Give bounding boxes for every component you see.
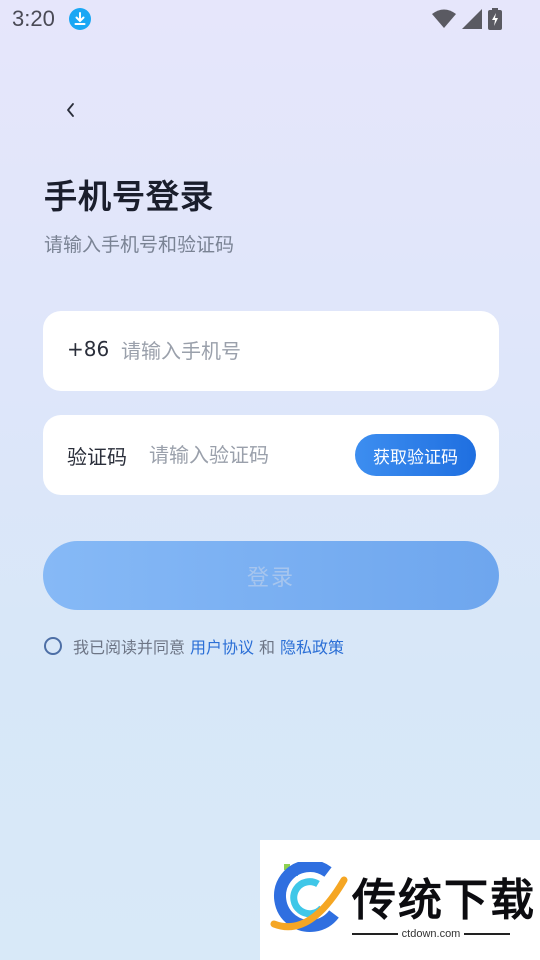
- agreement-row: 我已阅读并同意 用户协议 和 隐私政策: [44, 634, 344, 658]
- download-badge-icon: [69, 8, 91, 30]
- verification-code-card: 验证码 获取验证码: [43, 415, 499, 495]
- watermark-name: 传统下载: [352, 875, 536, 926]
- verification-code-input[interactable]: [149, 433, 349, 477]
- user-agreement-link[interactable]: 用户协议: [190, 634, 254, 658]
- battery-charging-icon: [488, 8, 502, 34]
- verification-code-label: 验证码: [67, 445, 127, 469]
- watermark: 传统下载 ctdown.com: [260, 840, 540, 960]
- wifi-icon: [432, 9, 456, 33]
- country-code-prefix: +86: [67, 337, 110, 361]
- status-bar: 3:20: [0, 0, 540, 40]
- watermark-url: ctdown.com: [401, 928, 461, 940]
- privacy-policy-link[interactable]: 隐私政策: [280, 634, 344, 658]
- agreement-text: 我已阅读并同意: [73, 638, 186, 657]
- chevron-left-icon: [64, 101, 76, 123]
- back-button[interactable]: [56, 98, 84, 126]
- agreement-conjunction: 和: [259, 638, 276, 657]
- phone-input-card: +86: [43, 311, 499, 391]
- watermark-url-row: ctdown.com: [352, 928, 511, 940]
- login-button[interactable]: 登录: [43, 541, 499, 610]
- status-time: 3:20: [12, 6, 55, 31]
- status-icons: [432, 8, 502, 34]
- watermark-logo-icon: [270, 862, 348, 932]
- page-title: 手机号登录: [44, 177, 214, 216]
- phone-number-input[interactable]: [121, 329, 471, 373]
- signal-icon: [462, 9, 482, 33]
- agreement-checkbox[interactable]: [44, 637, 62, 655]
- page-subtitle: 请输入手机号和验证码: [44, 234, 235, 256]
- get-code-button[interactable]: 获取验证码: [355, 434, 476, 476]
